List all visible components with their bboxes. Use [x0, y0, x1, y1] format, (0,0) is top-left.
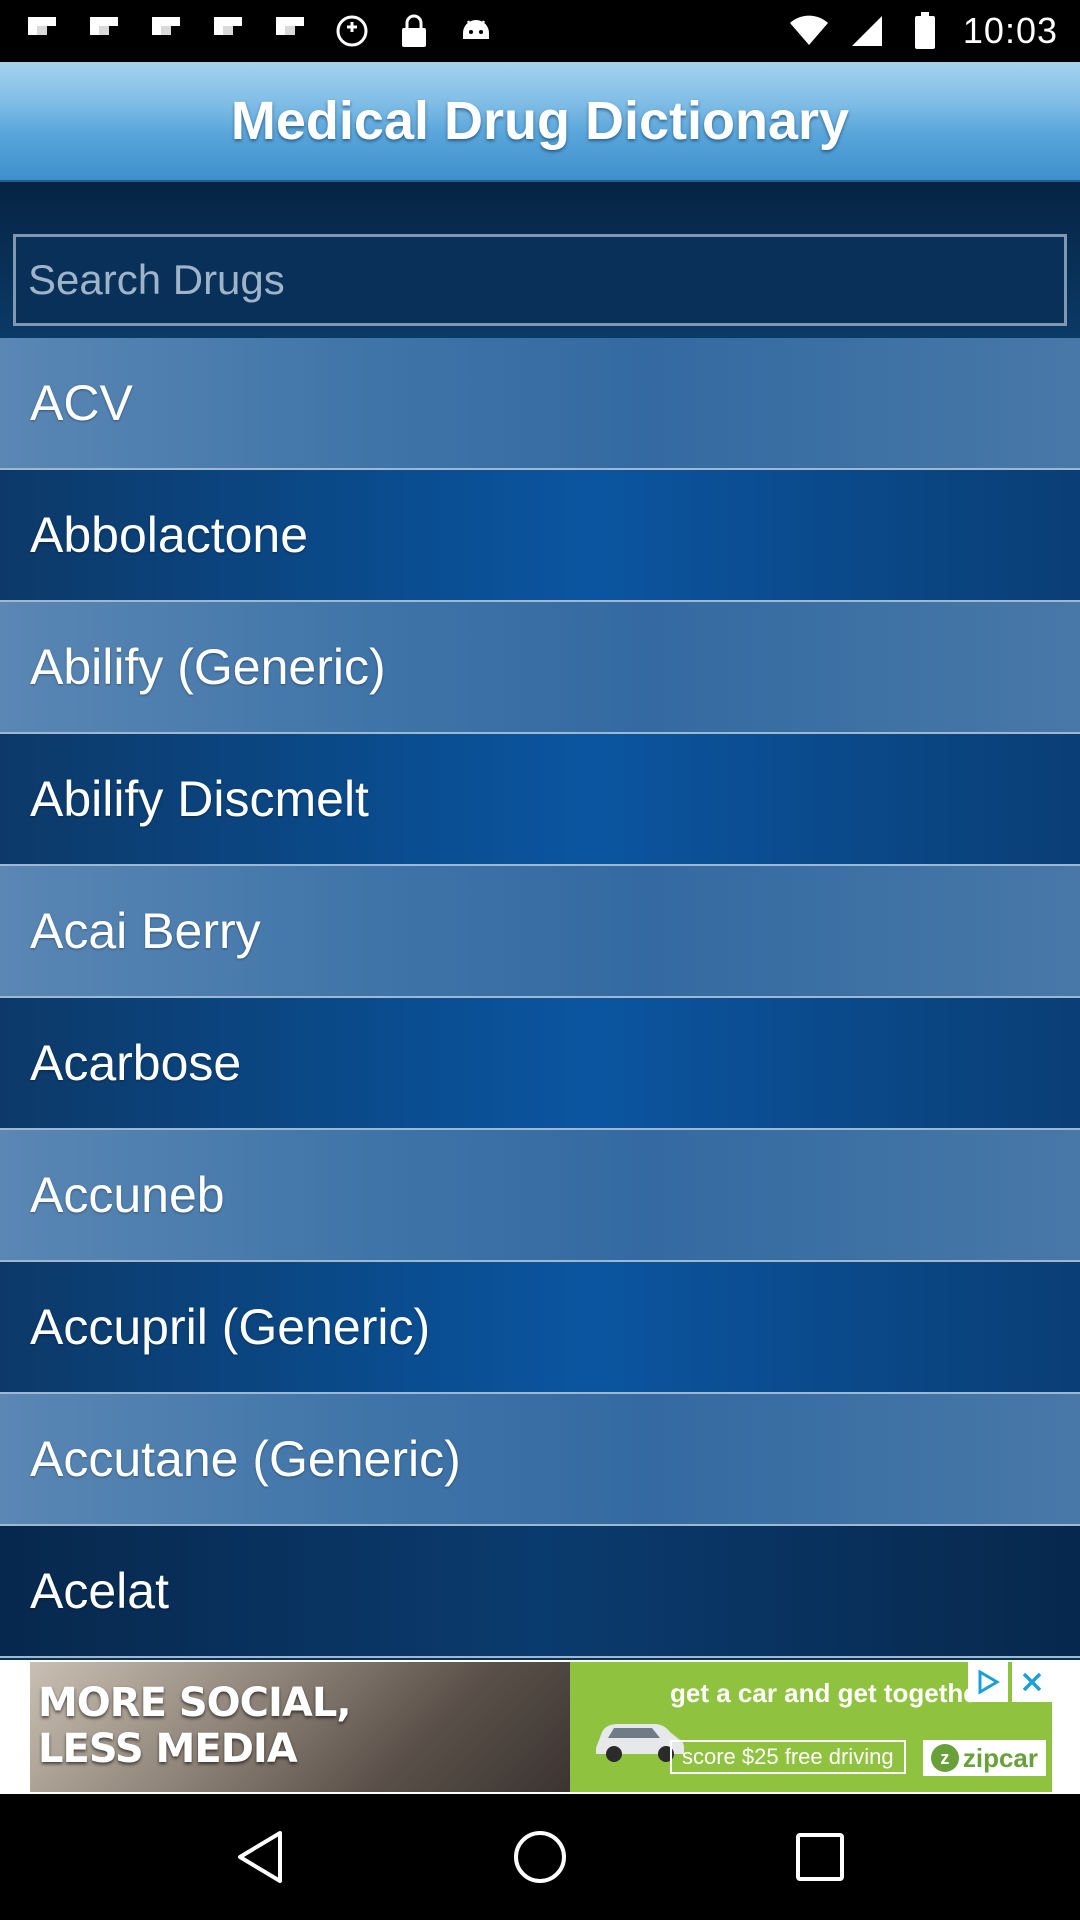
navigation-bar — [0, 1794, 1080, 1920]
list-item-label: Accutane (Generic) — [30, 1431, 461, 1487]
search-box[interactable] — [13, 234, 1067, 326]
search-area — [0, 182, 1080, 338]
ad-brand-logo[interactable]: z zipcar — [922, 1740, 1046, 1776]
search-input[interactable] — [28, 237, 1064, 323]
notification-icons — [22, 11, 496, 51]
ad-cta-button[interactable]: score $25 free driving — [670, 1740, 906, 1774]
list-item[interactable]: Abilify Discmelt — [0, 734, 1080, 866]
list-item-label: Abilify (Generic) — [30, 639, 386, 695]
signal-icon — [847, 11, 887, 51]
list-item[interactable]: Accupril (Generic) — [0, 1262, 1080, 1394]
list-item-label: Acarbose — [30, 1035, 242, 1091]
list-item[interactable]: Acai Berry — [0, 866, 1080, 998]
flipboard-icon — [146, 11, 186, 51]
list-item[interactable]: Acelat — [0, 1526, 1080, 1658]
list-item-label: Accupril (Generic) — [30, 1299, 431, 1355]
ad-brand-label: zipcar — [962, 1742, 1038, 1773]
system-status: 10:03 — [789, 10, 1058, 52]
home-icon[interactable] — [500, 1817, 580, 1897]
flipboard-icon — [208, 11, 248, 51]
lock-icon — [394, 11, 434, 51]
flipboard-icon — [84, 11, 124, 51]
list-item[interactable]: Accuneb — [0, 1130, 1080, 1262]
list-item[interactable]: Acarbose — [0, 998, 1080, 1130]
android-icon — [456, 11, 496, 51]
page-title: Medical Drug Dictionary — [230, 91, 850, 151]
list-item-label: Acelat — [30, 1563, 169, 1619]
flipboard-icon — [22, 11, 62, 51]
ad-photo[interactable]: MORE SOCIAL, LESS MEDIA — [30, 1662, 570, 1792]
ad-slogan: MORE SOCIAL, LESS MEDIA — [38, 1680, 352, 1772]
zipcar-logo-icon: z — [930, 1744, 959, 1772]
drug-list[interactable]: ACV Abbolactone Abilify (Generic) Abilif… — [0, 338, 1080, 1660]
app-header: Medical Drug Dictionary — [0, 62, 1080, 182]
list-item[interactable]: Accutane (Generic) — [0, 1394, 1080, 1526]
recents-icon[interactable] — [780, 1817, 860, 1897]
list-item[interactable]: ACV — [0, 338, 1080, 470]
ad-close-icon[interactable] — [1012, 1662, 1052, 1702]
list-item-label: ACV — [30, 375, 133, 431]
battery-icon — [905, 11, 945, 51]
ad-banner[interactable]: MORE SOCIAL, LESS MEDIA get a car and ge… — [0, 1660, 1080, 1794]
flipboard-icon — [270, 11, 310, 51]
ad-choices-icon[interactable] — [968, 1662, 1008, 1702]
list-item[interactable]: Abbolactone — [0, 470, 1080, 602]
list-item-label: Accuneb — [30, 1167, 225, 1223]
back-icon[interactable] — [220, 1817, 300, 1897]
clock: 10:03 — [962, 10, 1058, 51]
list-item[interactable]: Abilify (Generic) — [0, 602, 1080, 734]
ad-headline: get a car and get together. — [670, 1678, 994, 1708]
list-item-label: Abbolactone — [30, 507, 309, 563]
wifi-icon — [789, 11, 829, 51]
data-saver-icon — [332, 11, 372, 51]
ad-content[interactable]: MORE SOCIAL, LESS MEDIA get a car and ge… — [30, 1662, 1052, 1792]
list-item-label: Acai Berry — [30, 903, 261, 959]
status-bar: 10:03 — [0, 0, 1080, 62]
list-item-label: Abilify Discmelt — [30, 771, 369, 827]
